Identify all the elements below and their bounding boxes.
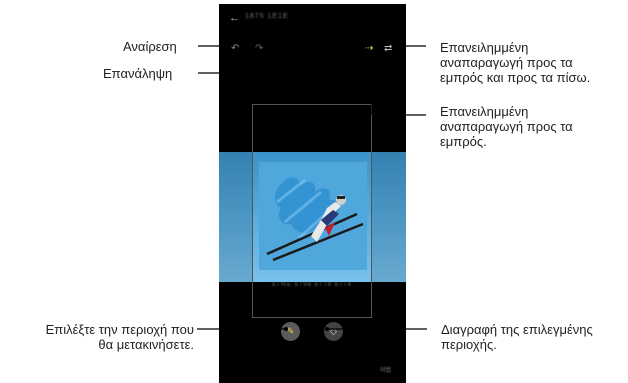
erase-area-callout: Διαγραφή της επιλεγμένης περιοχής. — [441, 322, 593, 352]
redo-callout: Επανάληψη — [103, 66, 173, 81]
repeat-loop-line-1: Επανειλημμένη — [440, 40, 529, 55]
select-area-line-2: θα μετακινήσετε. — [98, 337, 194, 352]
select-area-callout: Επιλέξτε την περιοχή που θα μετακινήσετε… — [6, 322, 194, 352]
select-area-line-1: Επιλέξτε την περιοχή που — [45, 322, 194, 337]
undo-callout: Αναίρεση — [123, 39, 177, 54]
repeat-loop-line-3: εμπρός και προς τα πίσω. — [440, 70, 591, 85]
erase-area-line-2: περιοχής. — [441, 337, 497, 352]
repeat-loop-callout: Επανειλημμένη αναπαραγωγή προς τα εμπρός… — [440, 40, 590, 85]
repeat-forward-line-1: Επανειλημμένη — [440, 104, 529, 119]
repeat-forward-callout: Επανειλημμένη αναπαραγωγή προς τα εμπρός… — [440, 104, 573, 149]
repeat-loop-line-2: αναπαραγωγή προς τα — [440, 55, 573, 70]
repeat-forward-line-3: εμπρός. — [440, 134, 487, 149]
repeat-forward-line-2: αναπαραγωγή προς τα — [440, 119, 573, 134]
erase-area-line-1: Διαγραφή της επιλεγμένης — [441, 322, 593, 337]
